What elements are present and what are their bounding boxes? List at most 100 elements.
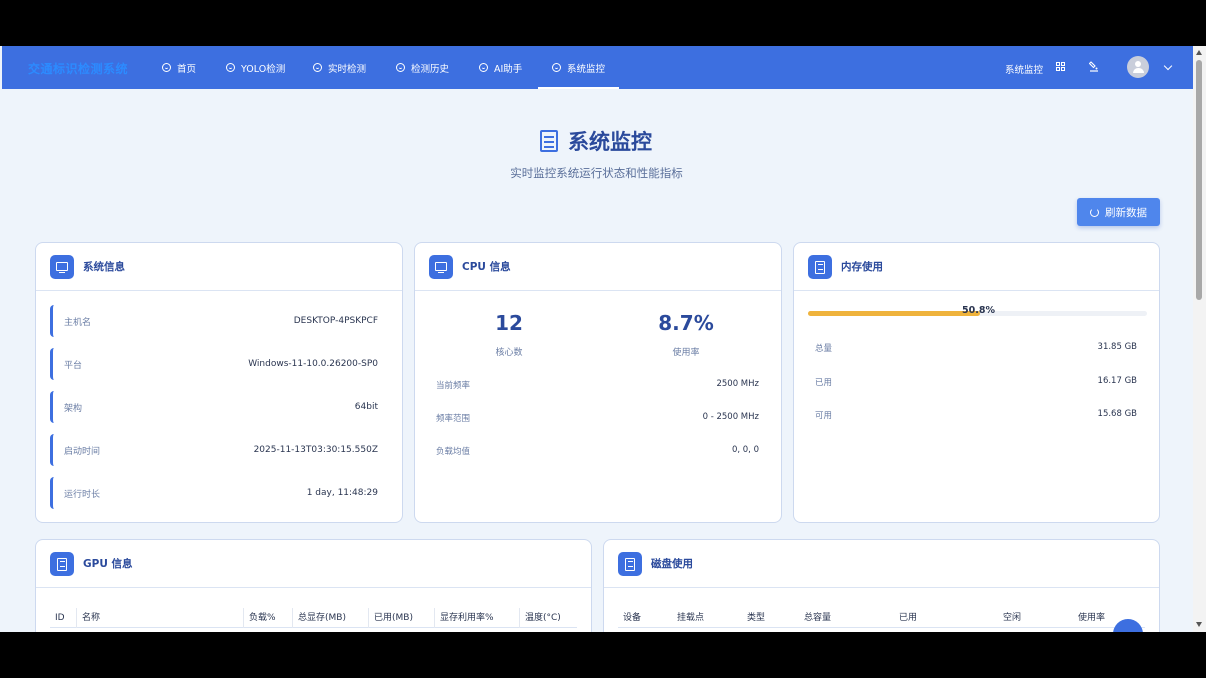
cpu-cores-value: 12 (495, 311, 523, 335)
home-icon (162, 63, 171, 72)
column-header: 使用率 (1078, 613, 1106, 623)
info-row-hostname: 主机名 DESKTOP-4PSKPCF (50, 305, 378, 337)
column-header: 空闲 (1003, 613, 1022, 623)
memory-icon (808, 254, 832, 279)
card-header: 内存使用 (794, 243, 1159, 291)
cpu-cores-label: 核心数 (495, 348, 523, 358)
nav-item-label: 系统监控 (567, 63, 606, 75)
info-value: 16.17 GB (1097, 376, 1137, 386)
card-header: CPU 信息 (415, 243, 781, 291)
nav-item-history[interactable]: 检测历史 (396, 46, 449, 89)
grid-icon[interactable] (1056, 62, 1065, 71)
column-header: 总显存(MB) (292, 608, 346, 628)
card-title: 内存使用 (841, 261, 883, 273)
ai-icon (479, 63, 488, 72)
card-title: CPU 信息 (462, 261, 511, 273)
info-key: 启动时间 (64, 446, 101, 457)
nav-item-realtime[interactable]: 实时检测 (313, 46, 366, 89)
disk-icon (618, 551, 642, 576)
scroll-up-icon[interactable] (1196, 50, 1202, 55)
page-subtitle: 实时监控系统运行状态和性能指标 (510, 166, 683, 180)
monitor-icon (552, 63, 561, 72)
nav-item-label: AI助手 (494, 63, 523, 75)
memory-card: 内存使用 50.8% 总量 31.85 GB 已用 16.17 GB 可用 15… (793, 242, 1160, 523)
info-value: 64bit (354, 402, 378, 412)
card-title: 磁盘使用 (651, 558, 693, 570)
card-header: 系统信息 (36, 243, 402, 291)
column-header: 挂载点 (677, 613, 705, 623)
info-value: 15.68 GB (1097, 409, 1137, 419)
mem-row-total: 总量 31.85 GB (815, 342, 1137, 354)
page-title: 系统监控 (568, 130, 652, 154)
info-key: 当前频率 (436, 381, 471, 391)
info-key: 运行时长 (64, 489, 101, 500)
scroll-down-icon[interactable] (1196, 622, 1202, 627)
info-value: 0 - 2500 MHz (702, 412, 759, 422)
column-header: 已用(MB) (368, 608, 413, 628)
current-section-label: 系统监控 (1005, 65, 1044, 76)
top-nav: 交通标识检测系统 首页 YOLO检测 实时检测 检测历史 AI助手 系统监控 系… (2, 46, 1193, 89)
scrollbar-thumb[interactable] (1196, 60, 1202, 300)
nav-item-monitor[interactable]: 系统监控 (537, 46, 620, 89)
card-header: 磁盘使用 (604, 540, 1159, 588)
info-value: 31.85 GB (1097, 342, 1137, 352)
cpu-row-freq-range: 频率范围 0 - 2500 MHz (436, 412, 759, 424)
info-row-platform: 平台 Windows-11-10.0.26200-SP0 (50, 348, 378, 380)
info-value: 1 day, 11:48:29 (306, 488, 378, 498)
info-key: 总量 (815, 344, 833, 354)
brand-logo[interactable]: 交通标识检测系统 (28, 60, 128, 77)
gpu-table-header: ID 名称 负载% 总显存(MB) 已用(MB) 显存利用率% 温度(°C) (50, 608, 577, 628)
monitor-icon (429, 254, 453, 279)
mem-row-available: 可用 15.68 GB (815, 409, 1137, 421)
info-key: 平台 (64, 360, 83, 371)
memory-percent: 50.8% (962, 305, 995, 316)
info-key: 频率范围 (436, 414, 471, 424)
info-value: 0, 0, 0 (731, 445, 759, 455)
info-row-uptime: 运行时长 1 day, 11:48:29 (50, 477, 378, 509)
system-info-card: 系统信息 主机名 DESKTOP-4PSKPCF 平台 Windows-11-1… (35, 242, 403, 523)
card-title: GPU 信息 (83, 558, 133, 570)
monitor-icon (50, 254, 74, 279)
nav-item-ai[interactable]: AI助手 (479, 46, 522, 89)
yolo-icon (226, 63, 235, 72)
app-window: 交通标识检测系统 首页 YOLO检测 实时检测 检测历史 AI助手 系统监控 系… (0, 46, 1206, 632)
info-key: 架构 (64, 403, 83, 414)
nav-item-label: YOLO检测 (241, 63, 286, 75)
disk-table-header: 设备 挂载点 类型 总容量 已用 空闲 使用率 (618, 608, 1145, 628)
cpu-row-freq: 当前频率 2500 MHz (436, 379, 759, 391)
info-key: 负载均值 (436, 447, 471, 457)
info-value: Windows-11-10.0.26200-SP0 (248, 359, 378, 369)
card-header: GPU 信息 (36, 540, 591, 588)
chevron-down-icon[interactable] (1163, 61, 1173, 71)
mem-row-used: 已用 16.17 GB (815, 376, 1137, 388)
cpu-usage-value: 8.7% (658, 311, 714, 335)
memory-progress-fill (808, 311, 981, 316)
info-value: DESKTOP-4PSKPCF (293, 316, 378, 326)
column-header: 负载% (243, 608, 276, 628)
info-key: 可用 (815, 411, 833, 421)
nav-item-label: 首页 (177, 63, 197, 75)
column-header: 名称 (76, 608, 100, 628)
cpu-row-load: 负载均值 0, 0, 0 (436, 445, 759, 457)
page-title-group: 系统监控 (540, 126, 652, 156)
nav-item-home[interactable]: 首页 (162, 46, 196, 89)
nav-item-yolo[interactable]: YOLO检测 (226, 46, 285, 89)
column-header: ID (55, 613, 65, 623)
info-value: 2025-11-13T03:30:15.550Z (253, 445, 378, 455)
column-header: 显存利用率% (434, 608, 494, 628)
gpu-icon (50, 551, 74, 576)
disk-usage-card: 磁盘使用 设备 挂载点 类型 总容量 已用 空闲 使用率 (603, 539, 1160, 632)
vertical-scrollbar[interactable] (1193, 46, 1206, 632)
nav-item-label: 检测历史 (411, 63, 450, 75)
refresh-button[interactable]: 刷新数据 (1077, 198, 1160, 226)
history-icon (396, 63, 405, 72)
info-key: 已用 (815, 378, 833, 388)
cpu-info-card: CPU 信息 12 核心数 8.7% 使用率 当前频率 2500 MHz 频率范… (414, 242, 782, 523)
brush-icon[interactable] (1089, 61, 1099, 72)
column-header: 已用 (899, 613, 918, 623)
info-row-boot-time: 启动时间 2025-11-13T03:30:15.550Z (50, 434, 378, 466)
nav-item-label: 实时检测 (328, 63, 367, 75)
gpu-info-card: GPU 信息 ID 名称 负载% 总显存(MB) 已用(MB) 显存利用率% 温… (35, 539, 592, 632)
avatar[interactable] (1127, 56, 1149, 78)
server-icon (540, 130, 558, 152)
